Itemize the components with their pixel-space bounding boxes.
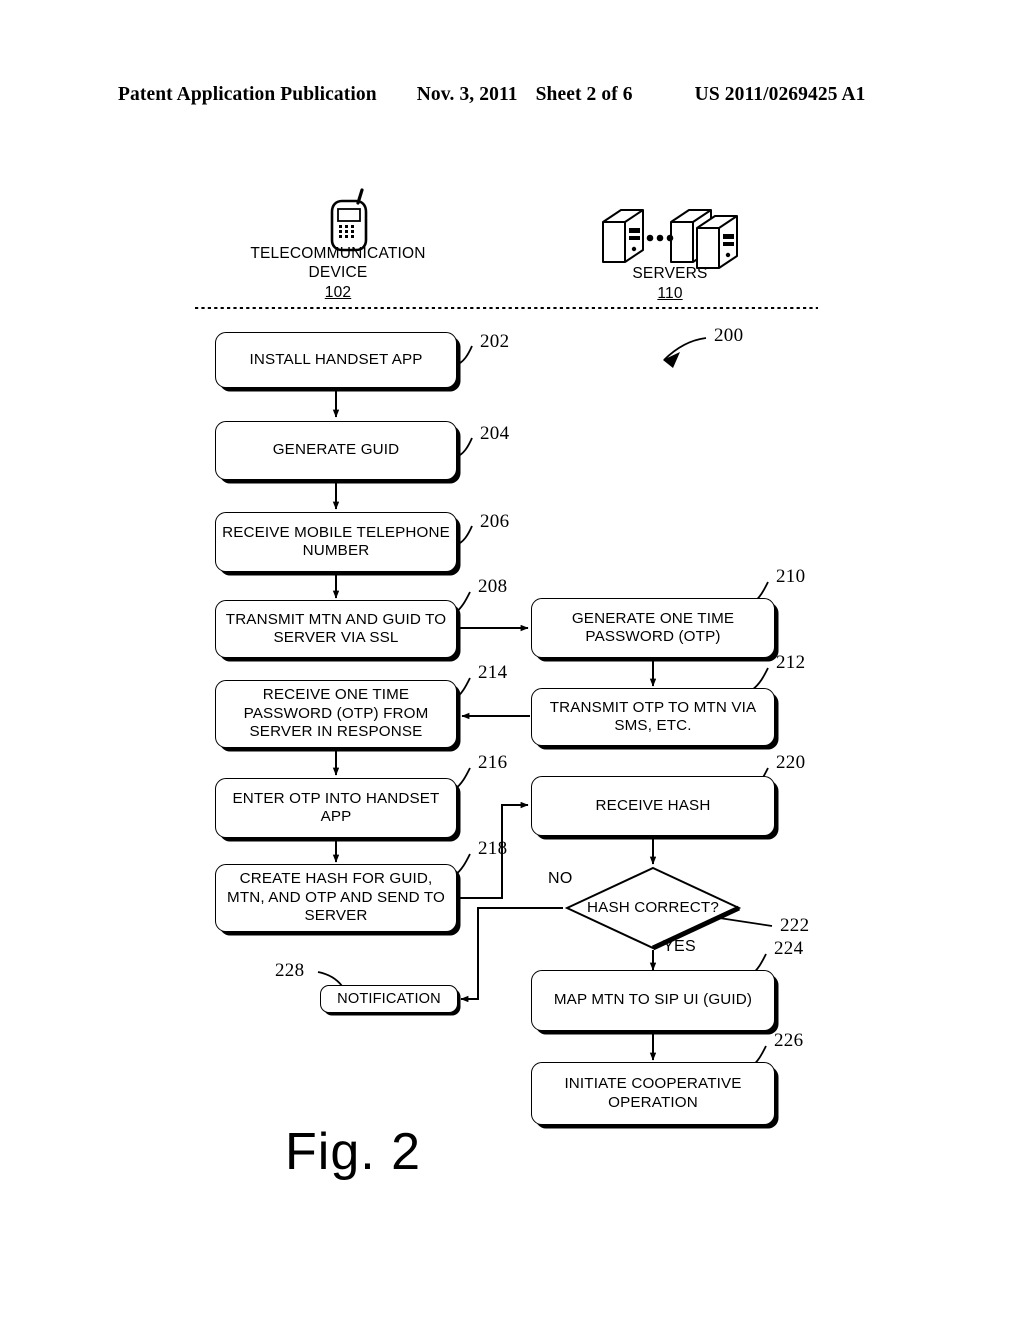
node-label: RECEIVE HASH (595, 796, 711, 814)
node-generate-guid[interactable]: GENERATE GUID (215, 421, 457, 480)
ref-numeral-212: 212 (776, 652, 806, 673)
leader-206 (454, 525, 473, 547)
ref-numeral-214: 214 (478, 662, 508, 683)
leader-202 (454, 345, 473, 367)
node-label: INSTALL HANDSET APP (249, 350, 423, 368)
node-label: ENTER OTP INTO HANDSET APP (232, 789, 440, 826)
node-notification[interactable]: NOTIFICATION (320, 985, 458, 1013)
node-initiate-cooperative-operation[interactable]: INITIATE COOPERATIVE OPERATION (531, 1062, 775, 1125)
ref-numeral-202: 202 (480, 331, 510, 352)
node-receive-mobile-telephone-number[interactable]: RECEIVE MOBILE TELEPHONE NUMBER (215, 512, 457, 572)
node-receive-otp-from-server[interactable]: RECEIVE ONE TIME PASSWORD (OTP) FROM SER… (215, 680, 457, 748)
ref-numeral-216: 216 (478, 752, 508, 773)
node-label: CREATE HASH FOR GUID, MTN, AND OTP AND S… (227, 870, 445, 925)
lane-label-line2: DEVICE (308, 264, 368, 281)
node-label: NOTIFICATION (337, 990, 441, 1007)
node-label: TRANSMIT OTP TO MTN VIA SMS, ETC. (549, 698, 757, 735)
leader-212 (751, 667, 769, 691)
node-label: TRANSMIT MTN AND GUID TO SERVER VIA SSL (225, 610, 447, 647)
ref-numeral-220: 220 (776, 752, 806, 773)
lane-label-servers: SERVERS 110 (575, 264, 765, 303)
leader-228 (317, 971, 343, 987)
ref-numeral-200: 200 (714, 325, 744, 346)
ref-numeral-226: 226 (774, 1030, 804, 1051)
node-label: RECEIVE ONE TIME PASSWORD (OTP) FROM SER… (243, 686, 429, 741)
lane-ref-110: 110 (657, 285, 683, 302)
servers-ellipsis-icon (646, 234, 674, 242)
node-transmit-otp-to-mtn[interactable]: TRANSMIT OTP TO MTN VIA SMS, ETC. (531, 688, 775, 746)
mobile-phone-icon (330, 188, 368, 252)
branch-label-no: NO (548, 870, 573, 887)
ref-numeral-224: 224 (774, 938, 804, 959)
server-tower-icon-1 (602, 209, 644, 263)
ref-numeral-206: 206 (480, 511, 510, 532)
lane-label-line1: TELECOMMUNICATION (250, 245, 426, 262)
node-enter-otp-into-handset-app[interactable]: ENTER OTP INTO HANDSET APP (215, 778, 457, 838)
server-tower-icon-3 (696, 215, 738, 269)
node-transmit-mtn-guid-to-server[interactable]: TRANSMIT MTN AND GUID TO SERVER VIA SSL (215, 600, 457, 658)
node-label: INITIATE COOPERATIVE OPERATION (564, 1075, 742, 1111)
node-create-hash-and-send[interactable]: CREATE HASH FOR GUID, MTN, AND OTP AND S… (215, 864, 457, 932)
node-generate-one-time-password[interactable]: GENERATE ONE TIME PASSWORD (OTP) (531, 598, 775, 658)
lane-label-line1: SERVERS (632, 265, 708, 282)
ref-numeral-218: 218 (478, 838, 508, 859)
leader-204 (454, 437, 473, 459)
ref-numeral-222: 222 (780, 915, 810, 936)
ref-numeral-204: 204 (480, 423, 510, 444)
lane-ref-102: 102 (324, 284, 352, 301)
branch-label-yes: YES (663, 938, 696, 955)
node-label: RECEIVE MOBILE TELEPHONE NUMBER (222, 523, 450, 560)
node-install-handset-app[interactable]: INSTALL HANDSET APP (215, 332, 457, 388)
node-map-mtn-to-sip-ui[interactable]: MAP MTN TO SIP UI (GUID) (531, 970, 775, 1031)
ref-numeral-208: 208 (478, 576, 508, 597)
ref-numeral-210: 210 (776, 566, 806, 587)
node-label: GENERATE GUID (272, 441, 400, 459)
node-hash-correct-decision[interactable]: HASH CORRECT? (564, 866, 742, 951)
node-receive-hash[interactable]: RECEIVE HASH (531, 776, 775, 836)
node-label: MAP MTN TO SIP UI (GUID) (553, 991, 753, 1009)
figure-2: TELECOMMUNICATION DEVICE 102 SERVERS 110… (0, 0, 1024, 1320)
figure-caption: Fig. 2 (285, 1123, 422, 1181)
figure-vector-layer (195, 188, 818, 1069)
lane-label-telecommunication-device: TELECOMMUNICATION DEVICE 102 (213, 244, 463, 302)
node-label: GENERATE ONE TIME PASSWORD (OTP) (571, 609, 735, 646)
ref-numeral-228: 228 (275, 960, 305, 981)
mobile-phone-keypad-icon (339, 225, 354, 238)
node-label: HASH CORRECT? (587, 898, 719, 916)
